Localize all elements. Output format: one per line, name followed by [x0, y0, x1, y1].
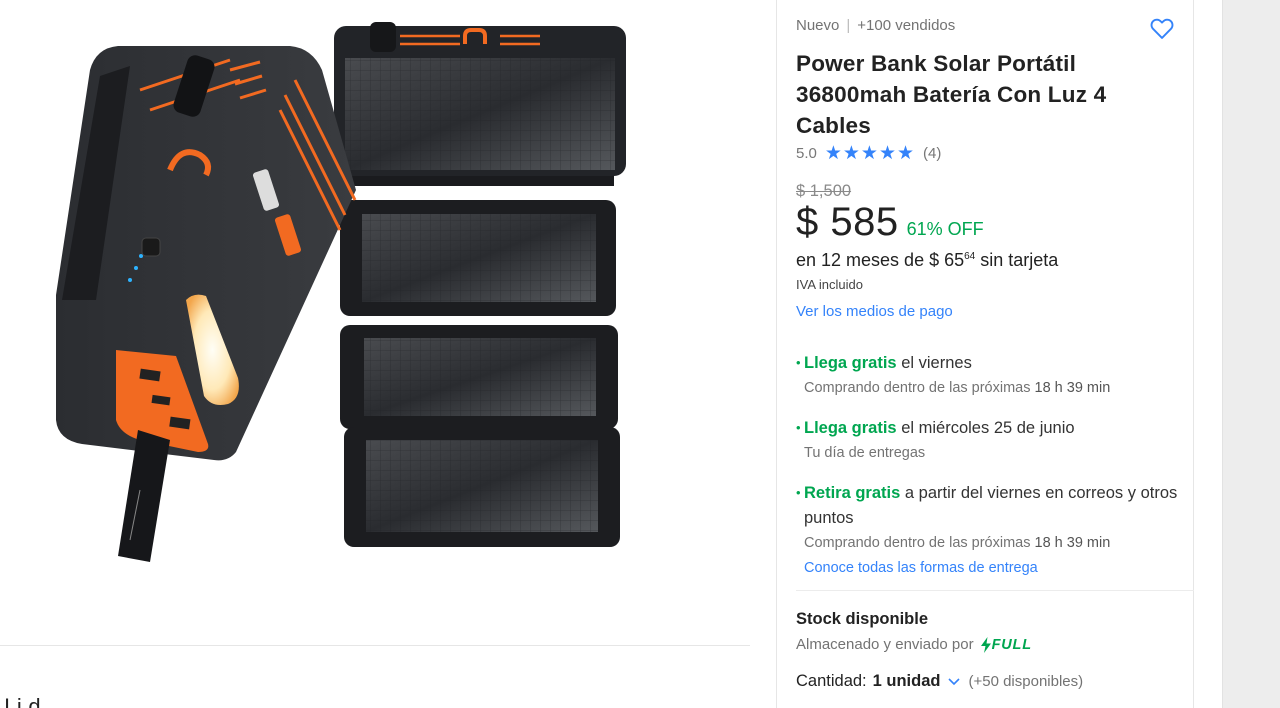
shipping-note: Comprando dentro de las próximas 18 h 39…	[796, 531, 1181, 556]
chevron-down-icon[interactable]	[948, 674, 961, 689]
buybox-left-border	[776, 0, 777, 708]
original-price: $ 1,500	[796, 182, 852, 200]
stock-divider	[796, 590, 1194, 591]
full-badge: FULL	[980, 636, 1032, 653]
product-image	[56, 22, 626, 562]
favorite-button[interactable]	[1148, 14, 1176, 42]
payment-methods-link[interactable]: Ver los medios de pago	[796, 303, 953, 320]
quantity-selector[interactable]: Cantidad: 1 unidad (+50 disponibles)	[796, 672, 1083, 691]
pickup-option: Retira gratis a partir del viernes en co…	[796, 480, 1181, 581]
shipping-detail: el viernes	[896, 354, 972, 372]
shipping-countdown: 18 h 39 min	[1034, 535, 1111, 551]
delivery-options-link[interactable]: Conoce todas las formas de entrega	[796, 556, 1181, 581]
installments-info: en 12 meses de $ 6564 sin tarjeta	[796, 250, 1058, 271]
review-count: (4)	[923, 145, 942, 162]
power-bank	[56, 46, 357, 562]
subtitle-separator: |	[846, 17, 851, 34]
rating-summary[interactable]: 5.0 ★★★★★ (4)	[796, 142, 941, 165]
description-heading-partial: I i d	[4, 694, 41, 708]
installments-suffix: sin tarjeta	[975, 250, 1059, 270]
product-title: Power Bank Solar Portátil 36800mah Bater…	[796, 51, 1107, 138]
installments-text: en 12 meses de $ 65	[796, 250, 965, 270]
product-image-gallery[interactable]	[0, 0, 750, 645]
solar-panels	[334, 22, 626, 547]
shipping-countdown: 18 h 39 min	[1034, 380, 1111, 396]
bolt-icon	[980, 636, 991, 653]
full-label: FULL	[991, 636, 1032, 653]
gallery-divider	[0, 645, 750, 646]
shipping-highlight: Llega gratis	[804, 419, 897, 437]
fulfillment-info: Almacenado y enviado por FULL	[796, 636, 1032, 653]
shipping-note-text: Comprando dentro de las próximas	[804, 380, 1035, 396]
shipping-note-text: Comprando dentro de las próximas	[804, 535, 1035, 551]
star-icon: ★★★★★	[824, 143, 916, 164]
available-count: (+50 disponibles)	[968, 673, 1084, 690]
shipping-note: Tu día de entregas	[804, 445, 926, 461]
right-gutter	[1222, 0, 1280, 708]
shipping-title: Retira gratis a partir del viernes en co…	[796, 480, 1181, 531]
shipping-title: Llega gratis el miércoles 25 de junio	[796, 415, 1186, 441]
product-subtitle: Nuevo | +100 vendidos	[796, 17, 955, 34]
tax-note: IVA incluido	[796, 277, 863, 292]
current-price: $ 585	[796, 200, 899, 244]
shipping-detail: el miércoles 25 de junio	[896, 419, 1075, 437]
shipping-highlight: Retira gratis	[804, 484, 901, 502]
shipping-option: Llega gratis el miércoles 25 de junio Tu…	[796, 415, 1186, 466]
rating-value: 5.0	[796, 145, 817, 162]
shipping-option: Llega gratis el viernes Comprando dentro…	[796, 350, 1186, 401]
installments-cents: 64	[964, 251, 976, 262]
quantity-label: Cantidad:	[796, 672, 867, 690]
price-block: $ 585 61% OFF	[796, 200, 984, 245]
discount-badge: 61% OFF	[906, 219, 984, 239]
shipping-highlight: Llega gratis	[804, 354, 897, 372]
sold-count: +100 vendidos	[857, 17, 956, 34]
heart-icon	[1150, 18, 1174, 39]
condition-label: Nuevo	[796, 17, 840, 34]
stock-title: Stock disponible	[796, 610, 929, 628]
buybox-right-border	[1193, 0, 1194, 708]
stored-by-text: Almacenado y enviado por	[796, 636, 974, 653]
shipping-note: Comprando dentro de las próximas 18 h 39…	[796, 376, 1186, 401]
shipping-title: Llega gratis el viernes	[796, 350, 1186, 376]
quantity-value[interactable]: 1 unidad	[873, 672, 941, 691]
